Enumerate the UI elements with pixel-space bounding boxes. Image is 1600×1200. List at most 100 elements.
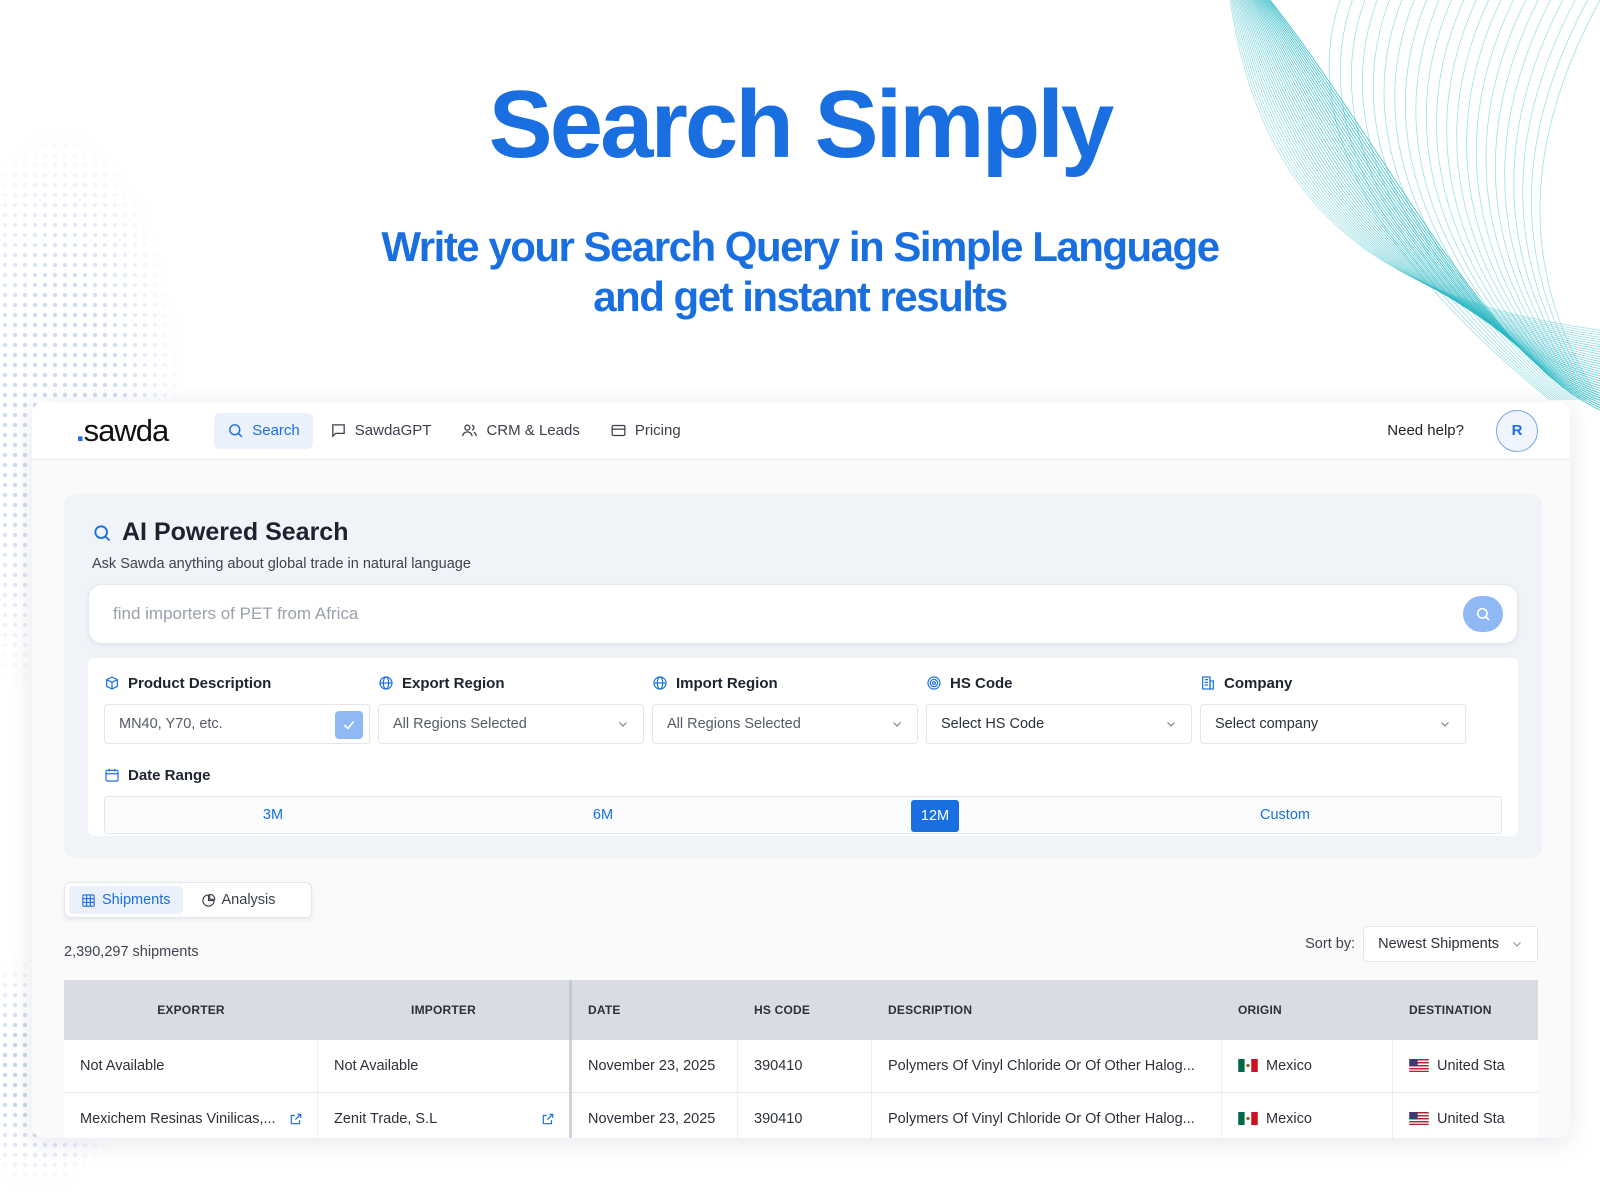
filter-company: Company Select company [1200,672,1466,744]
tab-label: Analysis [221,892,276,908]
nav-item-sawdagpt[interactable]: SawdaGPT [317,413,445,449]
tab-analysis[interactable]: Analysis [189,886,288,914]
logo-text: sawda [83,412,170,448]
filter-label-text: Export Region [402,674,505,692]
date-range-custom[interactable]: Custom [1115,797,1455,833]
product-description-input[interactable]: MN40, Y70, etc. [104,704,370,744]
pie-icon [201,893,215,907]
filter-label: Company [1200,672,1466,694]
importer-name: Not Available [334,1058,419,1074]
hs-code-select[interactable]: Select HS Code [926,704,1192,744]
external-link-icon[interactable] [541,1112,555,1126]
table-row[interactable]: Mexichem Resinas Vinilicas,... Zenit Tra… [64,1093,1538,1138]
nav-item-search[interactable]: Search [214,412,313,449]
column-header-origin[interactable]: ORIGIN [1222,980,1393,1040]
filter-label-text: Import Region [676,674,778,692]
nav-item-crm-leads[interactable]: CRM & Leads [448,413,592,449]
exporter-name: Not Available [80,1058,165,1074]
chevron-down-icon [1513,942,1521,947]
mexico-flag-icon [1238,1059,1258,1072]
cell-importer: Not Available [318,1040,572,1093]
cell-date: November 23, 2025 [572,1093,738,1138]
search-card-heading: AI Powered Search [122,518,349,546]
logo-dot: . [76,412,85,448]
tab-shipments[interactable]: Shipments [69,886,183,914]
cell-hs-code: 390410 [738,1093,872,1138]
cell-hs-code: 390410 [738,1040,872,1093]
nav-item-label: Search [252,422,300,439]
chevron-down-icon [619,722,627,727]
grid-icon [82,893,95,907]
need-help-link[interactable]: Need help? [1387,422,1464,439]
column-header-hs-code[interactable]: HS CODE [738,980,872,1040]
column-header-date[interactable]: DATE [572,980,738,1040]
company-select[interactable]: Select company [1200,704,1466,744]
filter-label: HS Code [926,672,1192,694]
users-icon [462,424,478,437]
card-icon [611,424,626,437]
destination-country: United Sta [1437,1058,1505,1074]
filters-panel: Product Description MN40, Y70, etc. Expo… [88,658,1518,836]
filter-hs-code: HS Code Select HS Code [926,672,1192,744]
sort-select[interactable]: Newest Shipments [1363,926,1538,962]
exporter-name[interactable]: Mexichem Resinas Vinilicas,... [80,1111,276,1127]
date-range-3m[interactable]: 3M [105,797,441,833]
nav-item-pricing[interactable]: Pricing [597,413,694,449]
cell-date: November 23, 2025 [572,1040,738,1093]
column-header-destination[interactable]: DESTINATION [1393,980,1538,1040]
filter-product-description: Product Description MN40, Y70, etc. [104,672,370,744]
nav-item-label: CRM & Leads [486,422,580,439]
avatar[interactable]: R [1496,409,1538,452]
nav-right: Need help? R [1387,409,1538,452]
date-range-6m[interactable]: 6M [435,797,771,833]
target-icon [927,676,941,690]
filter-export-region: Export Region All Regions Selected [378,672,644,744]
importer-name[interactable]: Zenit Trade, S.L [334,1111,437,1127]
search-icon [94,524,111,541]
chat-icon [331,424,345,438]
box-icon [106,676,118,690]
cell-destination: United Sta [1393,1093,1538,1138]
cell-description: Polymers Of Vinyl Chloride Or Of Other H… [872,1093,1222,1138]
search-icon [229,424,243,438]
hero-subtitle-line-2: and get instant results [593,273,1008,320]
top-navigation: .sawda Search SawdaGPT CRM & Leads Prici… [32,402,1570,460]
date-range-label: Date Range [104,764,211,786]
hero: Search Simply Write your Search Query in… [0,70,1600,322]
search-submit-button[interactable] [1463,596,1503,632]
sort-value: Newest Shipments [1378,936,1499,952]
company-value: Select company [1215,716,1319,732]
column-header-exporter[interactable]: EXPORTER [64,980,318,1040]
date-range-selector: 3M 6M 12M Custom [104,796,1502,834]
query-box [88,584,1518,644]
import-region-select[interactable]: All Regions Selected [652,704,918,744]
external-link-icon[interactable] [289,1112,303,1126]
sort-control: Sort by: Newest Shipments [1305,926,1538,962]
date-range-12m[interactable]: 12M [911,800,959,832]
origin-country: Mexico [1266,1058,1312,1074]
export-region-value: All Regions Selected [393,716,527,732]
search-input[interactable] [113,585,1413,643]
cell-origin: Mexico [1222,1040,1393,1093]
column-header-description[interactable]: DESCRIPTION [872,980,1222,1040]
export-region-select[interactable]: All Regions Selected [378,704,644,744]
filter-label-text: HS Code [950,674,1013,692]
check-icon [343,720,355,730]
chevron-down-icon [1167,722,1175,727]
chevron-down-icon [1441,722,1449,727]
search-card-title: AI Powered Search [92,518,348,547]
filter-import-region: Import Region All Regions Selected [652,672,918,744]
table-row[interactable]: Not Available Not Available November 23,… [64,1040,1538,1093]
shipment-count: 2,390,297 shipments [64,944,199,960]
cell-destination: United Sta [1393,1040,1538,1093]
column-header-importer[interactable]: IMPORTER [318,980,572,1040]
mexico-flag-icon [1238,1112,1258,1125]
globe-icon [653,676,667,690]
nav-item-label: SawdaGPT [354,422,432,439]
cell-exporter: Not Available [64,1040,318,1093]
sawda-logo[interactable]: .sawda [76,412,170,449]
search-icon [1476,607,1490,621]
ai-search-card: AI Powered Search Ask Sawda anything abo… [64,494,1542,858]
building-icon [1202,676,1214,690]
confirm-product-button[interactable] [335,711,363,739]
